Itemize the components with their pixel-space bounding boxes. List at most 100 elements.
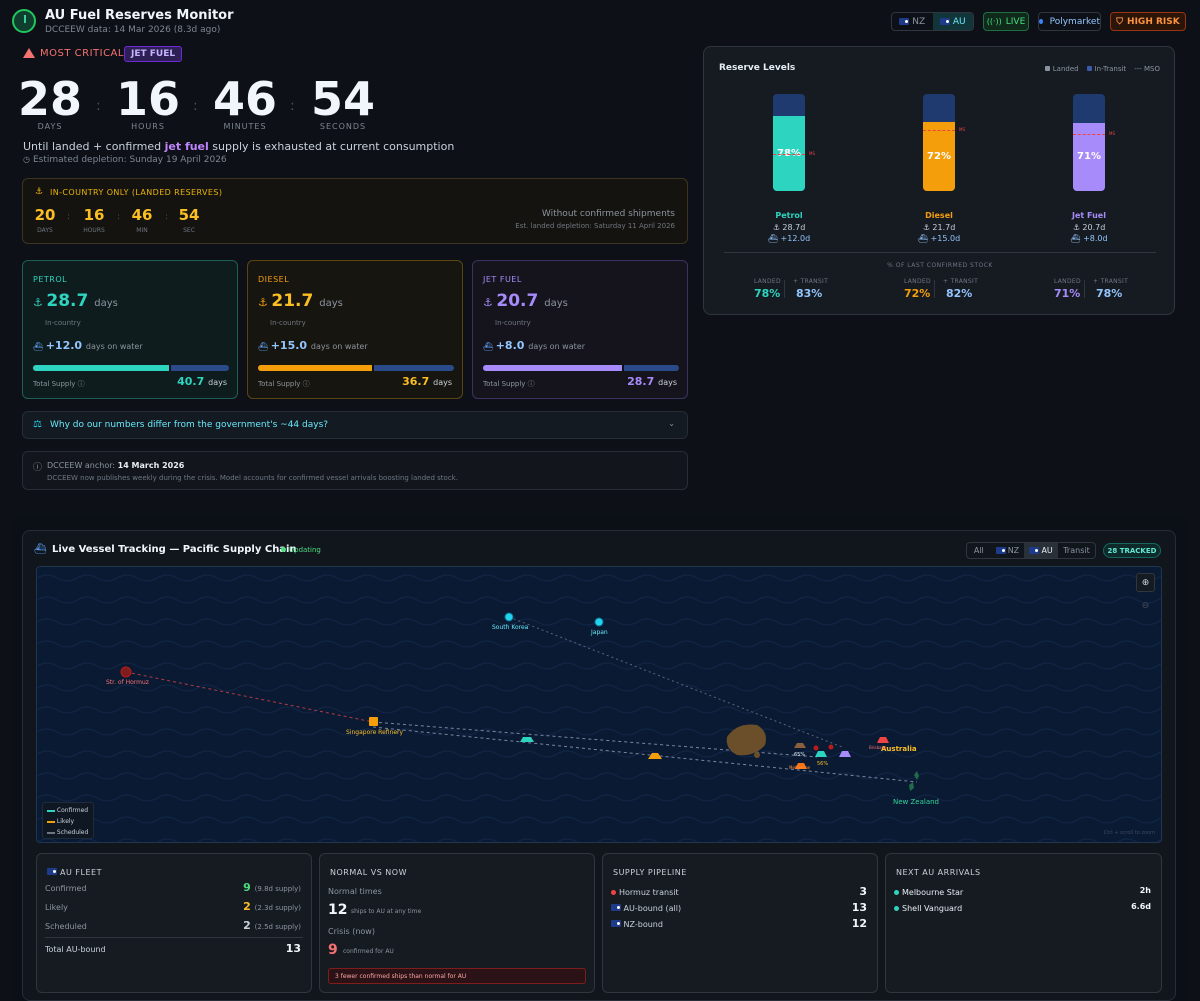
arrival-eta: 6.6d — [1131, 902, 1151, 911]
jet-fuel-tank: 71% — [1073, 94, 1105, 191]
nz-flag-icon — [995, 547, 1006, 554]
tracked-count-badge: 28 TRACKED — [1103, 543, 1161, 558]
tank-days: ⚓ 20.7d — [1072, 223, 1106, 232]
melbourne-label: Melbourne — [789, 765, 811, 770]
vessel-filter: All NZ AU Transit — [966, 542, 1096, 559]
next-arrivals-card: NEXT AU ARRIVALS Melbourne Star 2h Shell… — [885, 853, 1162, 993]
status-dot-icon — [894, 906, 899, 911]
singapore-marker[interactable] — [369, 717, 378, 726]
shortfall-alert: 3 fewer confirmed ships than normal for … — [328, 968, 586, 984]
landed-depletion-note: Est. landed depletion: Saturday 11 April… — [515, 222, 675, 230]
au-bound-row: AU-bound (all) — [611, 904, 681, 913]
vessel-dot[interactable] — [813, 745, 819, 751]
landed-label: LANDED — [754, 278, 781, 285]
colon-separator: : — [67, 212, 71, 222]
diesel-card[interactable]: DIESEL ⚓ 21.7 days In-country ⛴ +15.0 da… — [247, 260, 463, 399]
zoom-in-icon[interactable]: ⊕ — [1136, 573, 1155, 592]
legend-mso: --- MSO — [1134, 65, 1160, 73]
colon-separator: : — [290, 98, 295, 114]
filter-nz[interactable]: NZ — [991, 543, 1025, 558]
anchor-icon: ⚓ — [33, 296, 47, 309]
red-dot-icon — [611, 890, 616, 895]
without-shipments-note: Without confirmed shipments — [541, 209, 675, 219]
in-country-hours-label: HOURS — [83, 227, 105, 234]
in-country-days: 20 — [34, 206, 56, 224]
filter-au[interactable]: AU — [1024, 543, 1058, 558]
fuel-water: ⛴ +15.0 days on water — [258, 339, 368, 352]
hormuz-marker[interactable] — [120, 666, 132, 678]
info-icon: ⓘ — [302, 380, 310, 388]
arrival-row[interactable]: Melbourne Star — [894, 888, 963, 897]
tracking-title: Live Vessel Tracking — Pacific Supply Ch… — [52, 544, 297, 555]
filter-transit[interactable]: Transit — [1058, 543, 1095, 558]
legend-likely: Likely — [47, 818, 74, 825]
region-au-button[interactable]: AU — [932, 13, 973, 30]
au-flag-icon — [1029, 547, 1040, 554]
faq-accordion[interactable]: ⚖ Why do our numbers differ from the gov… — [22, 411, 688, 439]
fuel-highlight: jet fuel — [164, 140, 209, 153]
colon-separator: : — [96, 98, 101, 114]
au-flag-icon — [939, 18, 950, 25]
arrival-eta: 2h — [1139, 886, 1151, 895]
mso-tag: MS — [959, 126, 965, 132]
pct-title: % OF LAST CONFIRMED STOCK — [887, 262, 993, 269]
live-indicator[interactable]: ((·)) LIVE — [983, 12, 1029, 31]
polymarket-button[interactable]: Polymarket — [1038, 12, 1101, 31]
arrivals-title: NEXT AU ARRIVALS — [896, 868, 981, 877]
new-zealand-label: New Zealand — [893, 798, 939, 806]
countdown-hours: 16 — [115, 72, 180, 126]
landed-label: LANDED — [904, 278, 931, 285]
petrol-card[interactable]: PETROL ⚓ 28.7 days In-country ⛴ +12.0 da… — [22, 260, 238, 399]
in-country-sec: 54 — [178, 206, 200, 224]
divider — [934, 280, 935, 298]
colon-separator: : — [165, 212, 169, 222]
arrival-row[interactable]: Shell Vanguard — [894, 904, 962, 913]
diesel-tank: 72% — [923, 94, 955, 191]
data-freshness: DCCEEW data: 14 Mar 2026 (8.3d ago) — [45, 25, 221, 35]
faq-question: Why do our numbers differ from the gover… — [50, 420, 329, 430]
tank-name: Diesel — [925, 211, 953, 220]
confirmed-value: 9 (9.8d supply) — [243, 881, 301, 894]
tank-fill: 72% — [923, 121, 955, 191]
japan-marker[interactable] — [594, 617, 604, 627]
hormuz-label: Str. of Hormuz — [106, 679, 149, 686]
colon-separator: : — [193, 98, 198, 114]
pct-label: 56% — [817, 761, 829, 767]
risk-badge[interactable]: ⛉ HIGH RISK — [1110, 12, 1186, 31]
filter-all[interactable]: All — [967, 543, 991, 558]
jet-fuel-card[interactable]: JET FUEL ⚓ 20.7 days In-country ⛴ +8.0 d… — [472, 260, 688, 399]
in-country-title: IN-COUNTRY ONLY (LANDED RESERVES) — [50, 188, 223, 197]
fuel-days: ⚓ 28.7 days — [33, 291, 118, 311]
legend-scheduled: Scheduled — [47, 829, 88, 836]
singapore-label: Singapore Refinery — [346, 729, 404, 736]
in-country-min-label: MIN — [136, 227, 148, 234]
fuel-days: ⚓ 21.7 days — [258, 291, 343, 311]
south-korea-marker[interactable] — [504, 612, 514, 622]
anchor-icon: ⚓ — [483, 296, 497, 309]
fuel-water: ⛴ +12.0 days on water — [33, 339, 143, 352]
clock-icon: ◷ — [23, 155, 30, 164]
legend-landed: Landed — [1044, 65, 1079, 73]
region-nz-button[interactable]: NZ — [892, 13, 933, 30]
scheduled-value: 2 (2.5d supply) — [243, 919, 301, 932]
ocean — [37, 567, 1161, 842]
map-legend: Confirmed Likely Scheduled — [42, 802, 94, 839]
landed-fill — [483, 365, 625, 371]
au-flag-icon — [47, 868, 57, 875]
scheduled-label: Scheduled — [45, 922, 87, 931]
japan-label: Japan — [591, 629, 608, 636]
info-icon: ⓘ — [33, 463, 43, 473]
vessel-map[interactable]: South Korea Japan Str. of Hormuz Singapo… — [36, 566, 1162, 843]
countdown-explanation: Until landed + confirmed jet fuel supply… — [23, 140, 455, 153]
chevron-down-icon[interactable]: ⌄ — [668, 419, 675, 428]
mso-marker — [773, 153, 805, 155]
au-fleet-card: AU FLEET Confirmed 9 (9.8d supply) Likel… — [36, 853, 312, 993]
zoom-out-icon[interactable]: ⊖ — [1136, 596, 1155, 615]
countdown-days: 28 — [17, 72, 82, 126]
total-supply-value: 28.7 days — [627, 375, 677, 388]
anchor-icon: ⚓ — [35, 187, 44, 197]
vessel-dot[interactable] — [828, 744, 834, 750]
pipeline-title: SUPPLY PIPELINE — [613, 868, 687, 877]
divider — [784, 280, 785, 298]
supply-bar — [33, 365, 229, 371]
